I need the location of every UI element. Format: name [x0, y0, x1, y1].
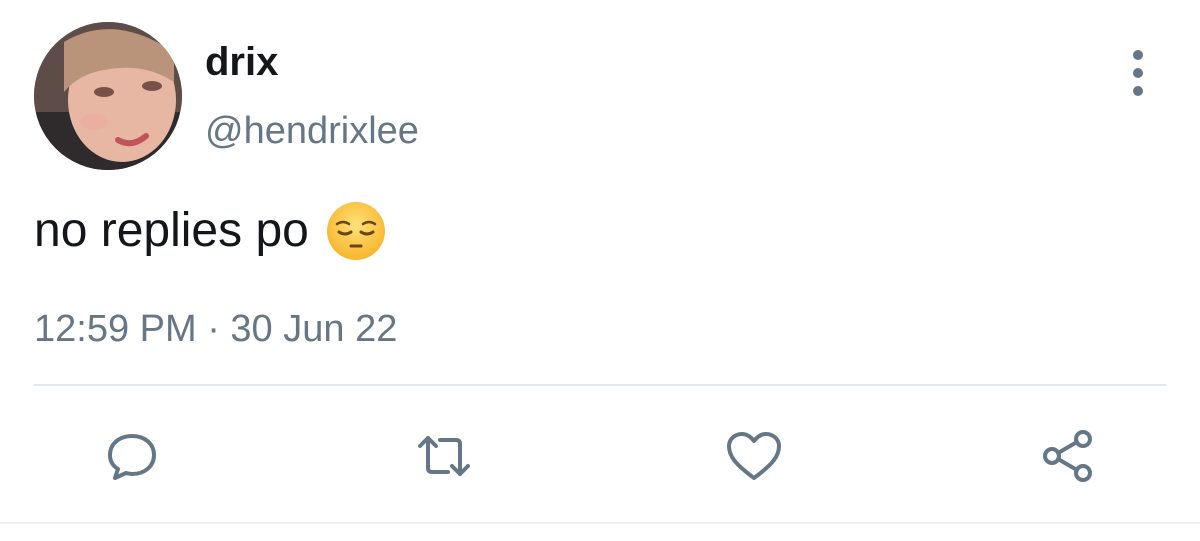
speech-bubble-icon	[108, 434, 156, 480]
retweet-button[interactable]	[412, 424, 476, 488]
more-options-dot	[1133, 86, 1143, 96]
share-button[interactable]	[1036, 424, 1100, 488]
like-button[interactable]	[722, 424, 786, 488]
tweet-text: no replies po	[34, 204, 309, 257]
display-name[interactable]: drix	[205, 38, 278, 86]
retweet-icon	[418, 436, 470, 476]
tweet-timestamp[interactable]: 12:59 PM · 30 Jun 22	[34, 306, 397, 352]
bottom-divider	[0, 522, 1200, 524]
more-options-icon	[1133, 50, 1143, 60]
pensive-face-icon	[325, 200, 387, 262]
avatar[interactable]	[34, 22, 182, 170]
reply-button[interactable]	[100, 424, 164, 488]
more-options-dot	[1133, 68, 1143, 78]
tweet-body: no replies po	[34, 200, 387, 262]
divider	[34, 384, 1166, 386]
share-icon	[1043, 430, 1092, 482]
user-handle[interactable]: @hendrixlee	[205, 107, 419, 155]
heart-icon	[727, 432, 781, 480]
more-options-button[interactable]	[1120, 48, 1156, 98]
